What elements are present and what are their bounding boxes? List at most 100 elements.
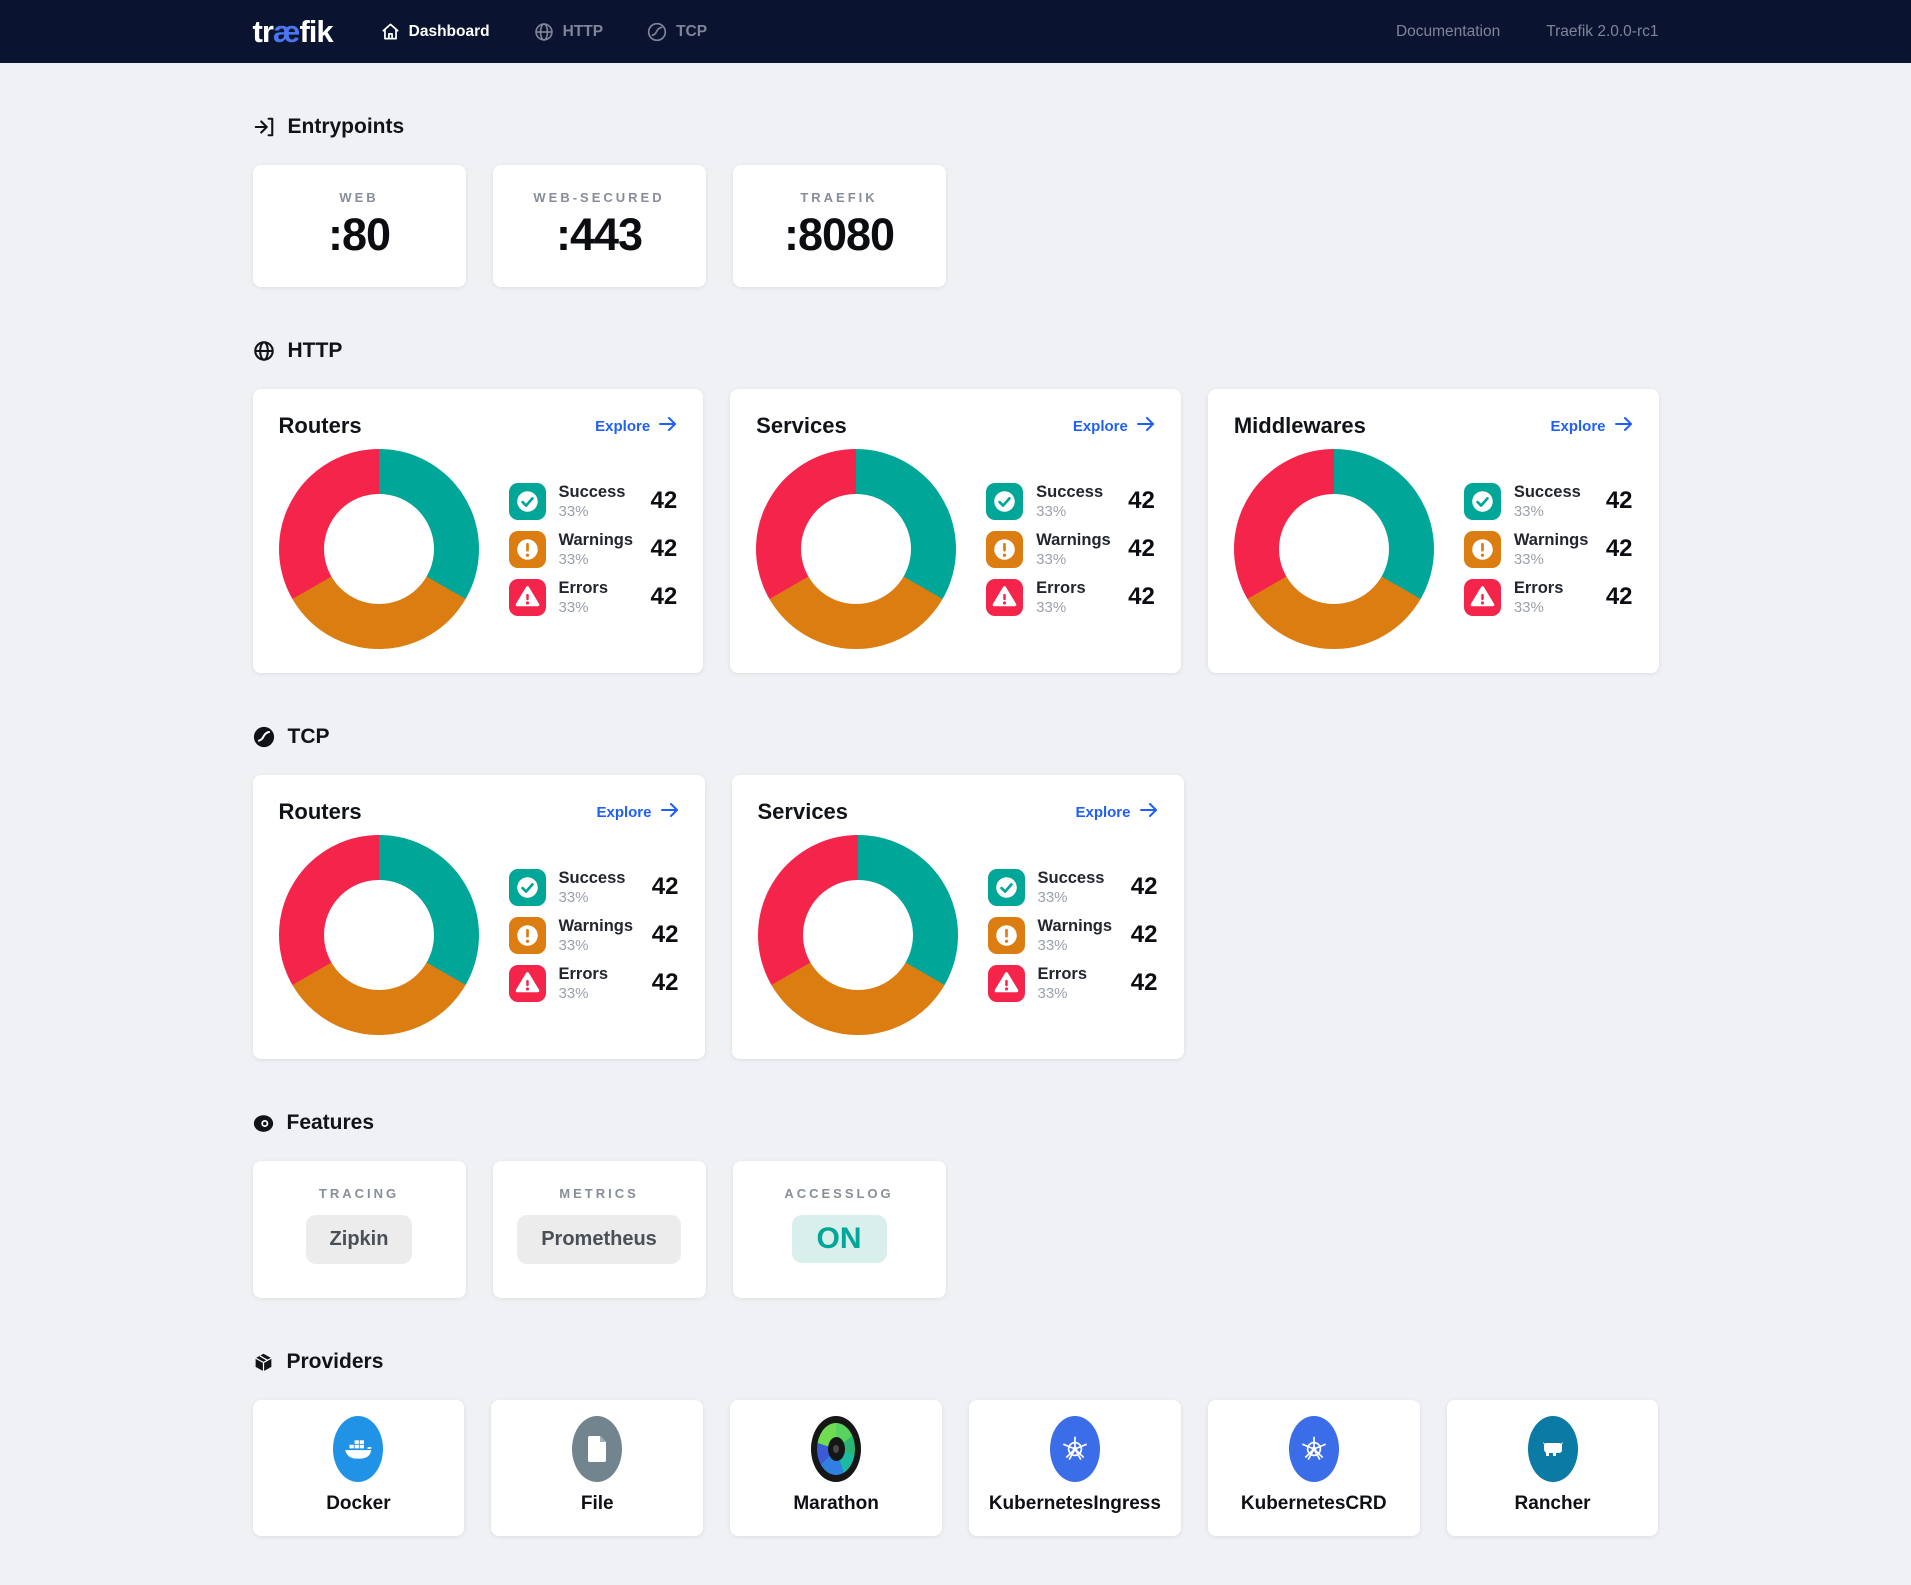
nav-item-label: TCP bbox=[676, 23, 707, 41]
error-icon bbox=[1464, 579, 1501, 616]
arrow-right-icon bbox=[1137, 417, 1155, 435]
chart-legend: Success33% 42 Warnings33% 42 Errors33% 4… bbox=[509, 483, 678, 616]
legend-label: Errors bbox=[1514, 579, 1564, 598]
nav-right: Documentation Traefik 2.0.0-rc1 bbox=[1396, 23, 1659, 41]
section-title: HTTP bbox=[288, 339, 343, 363]
feature-value-chip-on: ON bbox=[792, 1215, 887, 1263]
legend-row-success: Success33% 42 bbox=[1464, 483, 1633, 520]
legend-count: 42 bbox=[1131, 873, 1158, 901]
explore-link[interactable]: Explore bbox=[1075, 803, 1157, 821]
http-services-card: Services Explore Success33% 42 War bbox=[730, 389, 1181, 673]
feature-name: ACCESSLOG bbox=[733, 1161, 946, 1201]
legend-count: 42 bbox=[1128, 487, 1155, 515]
legend-count: 42 bbox=[650, 583, 677, 611]
nav-item-label: HTTP bbox=[563, 23, 603, 41]
http-middlewares-card: Middlewares Explore Success33% 42 bbox=[1208, 389, 1659, 673]
legend-percent: 33% bbox=[1038, 985, 1088, 1002]
legend-label: Warnings bbox=[559, 917, 634, 936]
documentation-link[interactable]: Documentation bbox=[1396, 23, 1500, 41]
provider-name: Marathon bbox=[730, 1493, 942, 1515]
legend-label: Warnings bbox=[1038, 917, 1113, 936]
feature-name: TRACING bbox=[253, 1161, 466, 1201]
success-icon bbox=[986, 483, 1023, 520]
legend-row-errors: Errors33% 42 bbox=[509, 579, 678, 616]
legend-row-errors: Errors33% 42 bbox=[988, 965, 1158, 1002]
tcp-cards: Routers Explore Success33% 42 Warn bbox=[253, 775, 1659, 1059]
legend-percent: 33% bbox=[1514, 599, 1564, 616]
tcp-services-card: Services Explore Success33% 42 War bbox=[732, 775, 1184, 1059]
legend-label: Success bbox=[1514, 483, 1581, 502]
legend-count: 42 bbox=[650, 535, 677, 563]
status-donut-chart bbox=[1234, 449, 1434, 649]
nav-menu: Dashboard HTTP TCP bbox=[381, 22, 707, 42]
arrow-right-icon bbox=[659, 417, 677, 435]
legend-row-success: Success33% 42 bbox=[509, 869, 679, 906]
error-icon bbox=[988, 965, 1025, 1002]
features-cards: TRACING Zipkin METRICS Prometheus ACCESS… bbox=[253, 1161, 1659, 1298]
http-cards: Routers Explore Success33% 42 Warn bbox=[253, 389, 1659, 673]
explore-link[interactable]: Explore bbox=[1073, 417, 1155, 435]
legend-row-warnings: Warnings33% 42 bbox=[1464, 531, 1633, 568]
arrow-right-icon bbox=[1615, 417, 1633, 435]
providers-section-heading: Providers bbox=[253, 1350, 1659, 1374]
legend-count: 42 bbox=[650, 487, 677, 515]
http-routers-card: Routers Explore Success33% 42 Warn bbox=[253, 389, 704, 673]
logo-text-ae: æ bbox=[273, 14, 300, 49]
globe-icon bbox=[534, 22, 554, 42]
feature-value-chip: Prometheus bbox=[517, 1215, 681, 1264]
traefik-logo[interactable]: træfik bbox=[253, 14, 333, 50]
card-title: Services bbox=[758, 799, 849, 825]
legend-label: Success bbox=[559, 869, 626, 888]
explore-link[interactable]: Explore bbox=[1550, 417, 1632, 435]
section-title: Features bbox=[287, 1111, 375, 1135]
tcp-puck-icon bbox=[647, 22, 667, 42]
explore-label: Explore bbox=[1073, 418, 1128, 435]
entrypoint-port: :80 bbox=[253, 209, 466, 261]
nav-item-http[interactable]: HTTP bbox=[534, 22, 603, 42]
legend-row-success: Success33% 42 bbox=[988, 869, 1158, 906]
card-title: Routers bbox=[279, 799, 362, 825]
feature-name: METRICS bbox=[493, 1161, 706, 1201]
legend-label: Warnings bbox=[1514, 531, 1589, 550]
providers-cards: Docker File Marathon KubernetesIngress K… bbox=[253, 1400, 1659, 1536]
legend-row-warnings: Warnings33% 42 bbox=[988, 917, 1158, 954]
kubernetes-icon bbox=[1289, 1416, 1339, 1482]
rancher-icon bbox=[1528, 1416, 1578, 1482]
chart-legend: Success33% 42 Warnings33% 42 Errors33% 4… bbox=[1464, 483, 1633, 616]
explore-label: Explore bbox=[1550, 418, 1605, 435]
status-donut-chart bbox=[756, 449, 956, 649]
legend-percent: 33% bbox=[1036, 599, 1086, 616]
legend-row-errors: Errors33% 42 bbox=[1464, 579, 1633, 616]
kubernetes-icon bbox=[1050, 1416, 1100, 1482]
legend-label: Errors bbox=[559, 579, 609, 598]
status-donut-chart bbox=[279, 835, 479, 1035]
warning-icon bbox=[509, 531, 546, 568]
arrow-right-icon bbox=[661, 803, 679, 821]
nav-item-tcp[interactable]: TCP bbox=[647, 22, 707, 42]
legend-count: 42 bbox=[1128, 535, 1155, 563]
explore-link[interactable]: Explore bbox=[595, 417, 677, 435]
entrypoints-cards: WEB :80 WEB-SECURED :443 TRAEFIK :8080 bbox=[253, 165, 1659, 287]
nav-item-dashboard[interactable]: Dashboard bbox=[381, 22, 490, 42]
legend-row-warnings: Warnings33% 42 bbox=[509, 917, 679, 954]
top-navbar: træfik Dashboard HTTP TCP Documentation … bbox=[0, 0, 1911, 63]
chart-legend: Success33% 42 Warnings33% 42 Errors33% 4… bbox=[988, 869, 1158, 1002]
arrow-right-icon bbox=[1140, 803, 1158, 821]
chart-legend: Success33% 42 Warnings33% 42 Errors33% 4… bbox=[509, 869, 679, 1002]
entrypoints-icon bbox=[253, 116, 275, 138]
entrypoint-name: TRAEFIK bbox=[733, 165, 946, 205]
marathon-icon bbox=[811, 1416, 861, 1482]
logo-text-post: fik bbox=[299, 14, 332, 49]
provider-name: Docker bbox=[253, 1493, 465, 1515]
explore-link[interactable]: Explore bbox=[596, 803, 678, 821]
provider-card-kubernetes-crd: KubernetesCRD bbox=[1208, 1400, 1420, 1536]
warning-icon bbox=[986, 531, 1023, 568]
legend-label: Errors bbox=[559, 965, 609, 984]
warning-icon bbox=[509, 917, 546, 954]
legend-percent: 33% bbox=[1038, 889, 1105, 906]
legend-percent: 33% bbox=[1514, 503, 1581, 520]
legend-percent: 33% bbox=[1036, 551, 1111, 568]
entrypoints-section-heading: Entrypoints bbox=[253, 115, 1659, 139]
provider-name: KubernetesIngress bbox=[969, 1493, 1181, 1515]
legend-percent: 33% bbox=[559, 937, 634, 954]
